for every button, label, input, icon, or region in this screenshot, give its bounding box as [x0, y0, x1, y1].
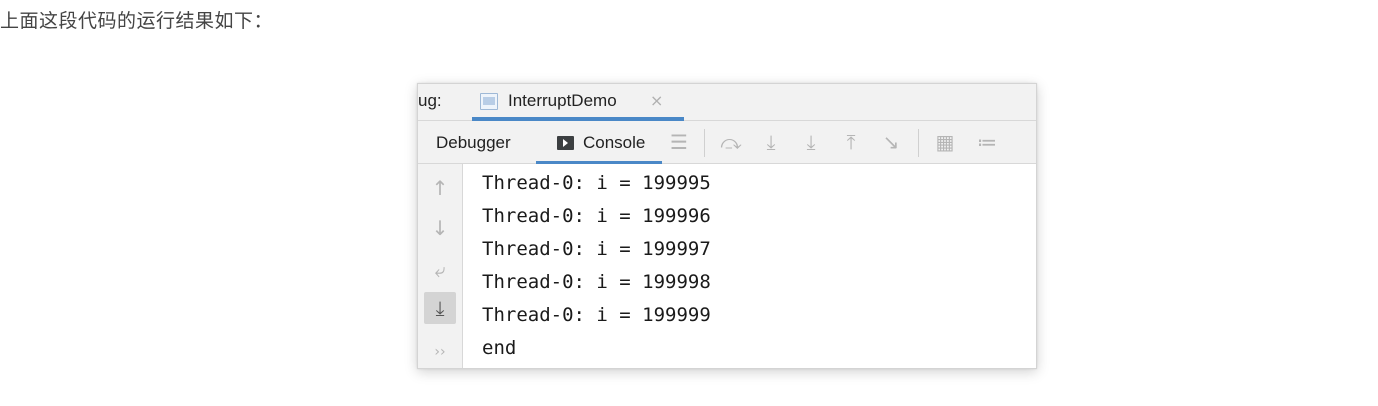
step-out-icon[interactable]: ⤒ [838, 129, 864, 155]
console-gutter: ↑ ↓ ⤶ ⤓ ›› [418, 164, 463, 368]
active-tab-indicator [536, 161, 662, 164]
step-into-icon[interactable]: ⤓ [758, 129, 784, 155]
run-to-cursor-icon[interactable]: ↘ [878, 129, 904, 155]
force-step-into-icon[interactable]: ⤓ [798, 129, 824, 155]
close-icon[interactable]: × [650, 91, 663, 110]
scroll-down-icon[interactable]: ↓ [424, 212, 456, 244]
panel-title: ug: [418, 91, 442, 110]
list-icon[interactable]: ☰ [666, 129, 692, 155]
console-line: Thread-0: i = 199996 [482, 205, 711, 227]
tab-debugger-label: Debugger [436, 133, 511, 152]
debug-toolbar: Debugger Console ☰ ⤼ ⤓ ⤓ ⤒ ↘ ▦ ≔ [418, 121, 1036, 164]
soft-wrap-icon[interactable]: ⤶ [424, 254, 456, 286]
console-icon [557, 136, 574, 150]
console-line: end [482, 337, 517, 359]
tab-interruptdemo[interactable]: InterruptDemo × [472, 84, 684, 121]
toolbar-divider [704, 129, 705, 157]
console-line: Thread-0: i = 199998 [482, 271, 711, 293]
step-over-icon[interactable]: ⤼ [718, 129, 744, 155]
ide-run-window: ug: InterruptDemo × Debugger Console ☰ ⤼… [417, 83, 1037, 369]
console-line: Thread-0: i = 199999 [482, 304, 711, 326]
trace-icon[interactable]: ≔ [974, 129, 1000, 155]
run-tab-label: InterruptDemo [508, 91, 617, 110]
console-line: Thread-0: i = 199997 [482, 238, 711, 260]
evaluate-expression-icon[interactable]: ▦ [932, 129, 958, 155]
toolbar-divider [918, 129, 919, 157]
tab-console[interactable]: Console [536, 121, 662, 164]
scroll-up-icon[interactable]: ↑ [424, 172, 456, 204]
tab-debugger[interactable]: Debugger [436, 121, 536, 163]
tool-window-tab-bar: ug: InterruptDemo × [418, 84, 1036, 121]
more-icon[interactable]: ›› [424, 336, 456, 368]
console-output[interactable]: Thread-0: i = 199995 Thread-0: i = 19999… [482, 168, 711, 366]
intro-text: 上面这段代码的运行结果如下： [0, 10, 274, 32]
console-line: Thread-0: i = 199995 [482, 172, 711, 194]
scroll-to-end-icon[interactable]: ⤓ [424, 292, 456, 324]
run-config-icon [480, 93, 498, 110]
tab-console-label: Console [583, 133, 646, 152]
